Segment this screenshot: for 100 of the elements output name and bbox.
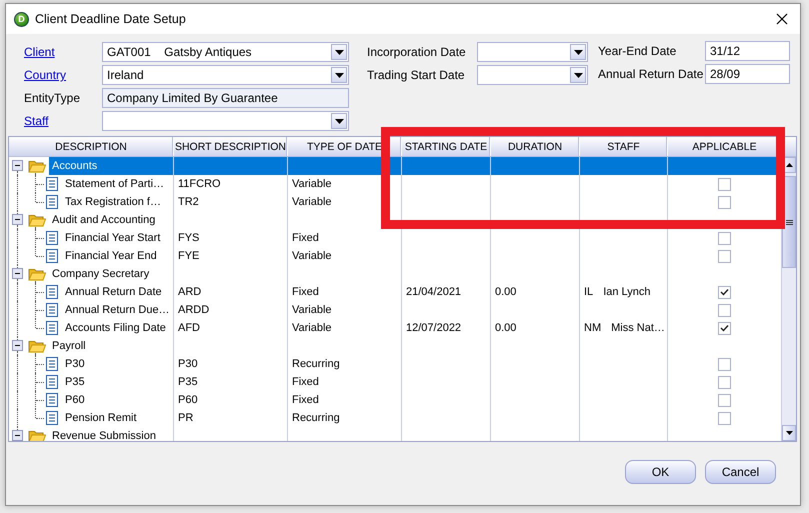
dropdown-field[interactable]: Ireland [102, 65, 349, 85]
table-cell: PR [178, 412, 194, 424]
column-header[interactable]: SHORT DESCRIPTION [174, 137, 288, 156]
input-field: Company Limited By Guarantee [102, 88, 349, 108]
table-cell: P35 [65, 376, 85, 388]
table-cell: Variable [292, 322, 332, 334]
dialog-button[interactable]: OK [625, 460, 696, 484]
scrollbar[interactable] [781, 157, 796, 441]
checkbox[interactable] [718, 196, 731, 208]
table-cell: Variable [292, 250, 332, 262]
staff-name: Ian Lynch [603, 286, 650, 298]
table-cell: P30 [178, 358, 198, 370]
table-cell: FYS [178, 232, 200, 244]
checkbox[interactable] [718, 322, 731, 334]
close-icon[interactable] [776, 13, 788, 25]
group-row[interactable]: Company Secretary [49, 265, 173, 283]
group-row[interactable]: Audit and Accounting [49, 211, 173, 229]
caret-icon [331, 67, 347, 83]
caret-icon [570, 67, 586, 83]
dropdown-field[interactable]: GAT001 Gatsby Antiques [102, 42, 349, 62]
input-field[interactable]: 28/09 [705, 64, 790, 84]
document-icon [46, 195, 58, 209]
input-field[interactable]: 31/12 [705, 41, 790, 61]
checkbox[interactable] [718, 358, 731, 370]
field-label: Incorporation Date [367, 45, 466, 59]
table-cell: Variable [292, 196, 332, 208]
field-label: Year-End Date [598, 44, 676, 58]
collapse-icon[interactable] [12, 340, 23, 351]
table-cell: Fixed [292, 394, 319, 406]
field-label-link[interactable]: Staff [24, 114, 48, 128]
document-icon [46, 393, 58, 407]
table-cell: Annual Return Date [65, 286, 162, 298]
caret-icon [570, 44, 586, 60]
collapse-icon[interactable] [12, 430, 23, 441]
column-header[interactable]: DESCRIPTION [9, 137, 174, 156]
table-cell: 0.00 [495, 322, 516, 334]
table-cell: P30 [65, 358, 85, 370]
column-header[interactable]: STAFF [580, 137, 668, 156]
column-header[interactable]: STARTING DATE [402, 137, 491, 156]
group-row[interactable]: Revenue Submission [49, 427, 173, 441]
column-header[interactable]: TYPE OF DATE [288, 137, 402, 156]
document-icon [46, 411, 58, 425]
staff-code: NM [584, 322, 602, 334]
collapse-icon[interactable] [12, 268, 23, 279]
checkbox[interactable] [718, 412, 731, 424]
app-logo: D [14, 12, 29, 26]
table-cell: 0.00 [495, 286, 516, 298]
checkbox[interactable] [718, 232, 731, 244]
table-cell: Statement of Parti… [65, 178, 164, 190]
table-cell: Variable [292, 304, 332, 316]
checkbox[interactable] [718, 394, 731, 406]
table-cell: Financial Year Start [65, 232, 160, 244]
table-cell: Recurring [292, 358, 340, 370]
table-cell: Fixed [292, 376, 319, 388]
checkbox[interactable] [718, 250, 731, 262]
column-header[interactable]: DURATION [491, 137, 580, 156]
document-icon [46, 375, 58, 389]
field-label: Annual Return Date [598, 67, 704, 81]
document-icon [46, 231, 58, 245]
dialog-button[interactable]: Cancel [705, 460, 776, 484]
scroll-up-icon[interactable] [786, 163, 792, 167]
collapse-icon[interactable] [12, 160, 23, 171]
checkbox[interactable] [718, 286, 731, 298]
dropdown-field[interactable] [477, 65, 588, 85]
caret-icon [331, 113, 347, 129]
caret-icon [331, 44, 347, 60]
folder-icon [28, 158, 46, 173]
group-row[interactable]: Accounts [49, 157, 173, 175]
collapse-icon[interactable] [12, 214, 23, 225]
table-cell: 12/07/2022 [406, 322, 462, 334]
group-row[interactable]: Payroll [49, 337, 173, 355]
document-icon [46, 321, 58, 335]
window-title: Client Deadline Date Setup [35, 12, 187, 26]
field-label-link[interactable]: Country [24, 68, 66, 82]
table-cell: Annual Return Due… [65, 304, 170, 316]
dropdown-field[interactable] [477, 42, 588, 62]
table-cell: Financial Year End [65, 250, 157, 262]
staff-code: IL [584, 286, 594, 298]
checkbox[interactable] [718, 376, 731, 388]
table-cell: P60 [178, 394, 198, 406]
table-cell: AFD [178, 322, 200, 334]
document-icon [46, 249, 58, 263]
table-cell: P60 [65, 394, 85, 406]
scroll-down-icon[interactable] [786, 431, 792, 435]
staff-name: Miss Nat… [611, 322, 665, 334]
column-header[interactable]: APPLICABLE [668, 137, 782, 156]
table-cell: Accounts Filing Date [65, 322, 166, 334]
field-label-link[interactable]: Client [24, 45, 55, 59]
dropdown-field[interactable] [102, 111, 349, 131]
table-cell: Pension Remit [65, 412, 137, 424]
document-icon [46, 303, 58, 317]
field-label: EntityType [24, 91, 80, 105]
table-cell: Recurring [292, 412, 340, 424]
checkbox[interactable] [718, 178, 731, 190]
table-cell: 21/04/2021 [406, 286, 462, 298]
document-icon [46, 177, 58, 191]
table-cell: TR2 [178, 196, 199, 208]
folder-icon [28, 212, 46, 227]
checkbox[interactable] [718, 304, 731, 316]
field-label: Trading Start Date [367, 68, 465, 82]
